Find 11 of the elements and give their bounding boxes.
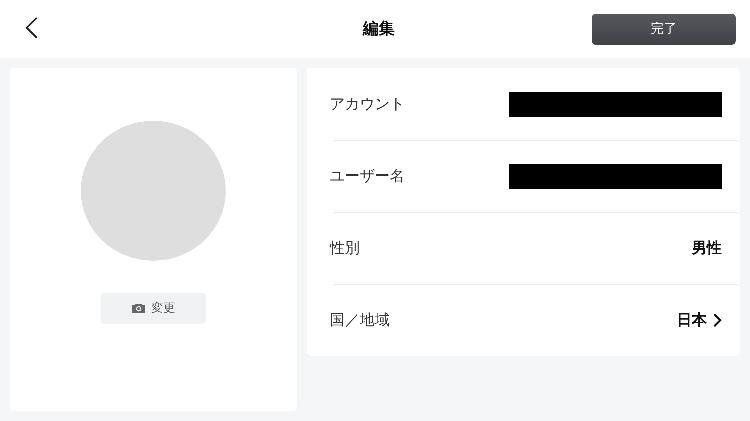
camera-icon xyxy=(132,303,146,314)
field-label: 国／地域 xyxy=(330,310,390,330)
field-value: 男性 xyxy=(692,238,722,258)
page-title: 編集 xyxy=(363,18,395,40)
change-photo-button[interactable]: 変更 xyxy=(101,293,206,324)
done-button[interactable]: 完了 xyxy=(592,14,736,44)
field-label: アカウント xyxy=(330,94,405,114)
field-label: ユーザー名 xyxy=(330,166,405,186)
country-selector[interactable]: 日本 xyxy=(677,310,722,330)
field-label: 性別 xyxy=(330,238,360,258)
chevron-right-icon xyxy=(713,312,722,328)
